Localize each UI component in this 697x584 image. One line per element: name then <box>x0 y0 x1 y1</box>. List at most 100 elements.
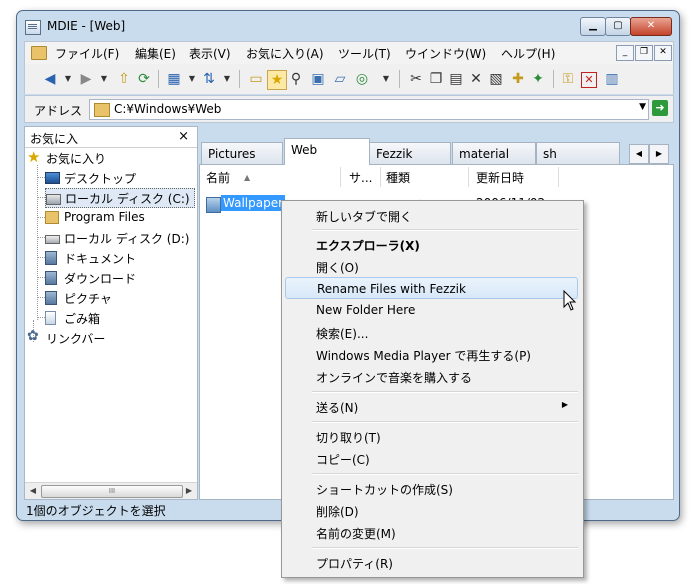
menu-cut[interactable]: 切り取り(T) <box>285 425 578 447</box>
menu-rename-files-fezzik[interactable]: Rename Files with Fezzik <box>285 277 578 299</box>
lock-icon[interactable]: ⚿ <box>559 70 577 88</box>
scroll-thumb[interactable]: III <box>41 485 183 498</box>
tab-material[interactable]: material <box>452 142 536 164</box>
globe-dropdown-icon[interactable]: ▼ <box>377 70 395 88</box>
search-icon[interactable]: ⚲ <box>287 70 305 88</box>
tab-web[interactable]: Web <box>284 138 370 165</box>
close-icon[interactable]: × <box>178 129 189 144</box>
tree-branch <box>37 257 45 258</box>
mdi-minimize-button[interactable]: _ <box>616 45 634 61</box>
menu-window[interactable]: ウインドウ(W) <box>405 45 486 62</box>
tab-pictures[interactable]: Pictures <box>201 142 283 164</box>
copy-icon[interactable]: ❐ <box>427 70 445 88</box>
menu-bar: ファイル(F) 編集(E) 表示(V) お気に入り(A) ツール(T) ウインド… <box>24 41 674 65</box>
scroll-left-icon[interactable]: ◀ <box>26 484 40 497</box>
paste-icon[interactable]: ▤ <box>447 70 465 88</box>
favorites-star-icon[interactable]: ★ <box>267 70 287 90</box>
folder-icon <box>31 46 47 60</box>
sort-dropdown-icon[interactable]: ▼ <box>218 70 236 88</box>
sort-icon[interactable]: ⇅ <box>200 70 218 88</box>
cut-icon[interactable]: ✂ <box>407 70 425 88</box>
title-bar[interactable]: MDIE - [Web] ▁ ▢ ✕ <box>17 11 679 41</box>
menu-edit[interactable]: 編集(E) <box>135 45 176 62</box>
menu-rename[interactable]: 名前の変更(M) <box>285 521 578 543</box>
toolbar-separator <box>399 70 400 88</box>
mouse-cursor-icon <box>563 290 577 311</box>
forward-icon[interactable]: ▶ <box>77 70 95 88</box>
file-name-wallpaper[interactable]: Wallpaper <box>221 195 286 211</box>
chevron-down-icon[interactable]: ▼ <box>639 102 646 112</box>
add-favorite-icon[interactable]: ✦ <box>529 70 547 88</box>
menu-separator <box>312 421 578 423</box>
close-button[interactable]: ✕ <box>630 17 672 36</box>
tree-branch <box>37 277 45 278</box>
stop-icon[interactable]: ✕ <box>581 72 597 88</box>
menu-create-shortcut[interactable]: ショートカットの作成(S) <box>285 477 578 499</box>
new-folder-icon[interactable]: ✚ <box>509 70 527 88</box>
menu-file[interactable]: ファイル(F) <box>55 45 119 62</box>
menu-open[interactable]: 開く(O) <box>285 255 578 277</box>
horizontal-scrollbar[interactable]: ◀ III ▶ <box>25 482 197 499</box>
recycle-bin-icon <box>45 311 56 325</box>
folders-icon[interactable]: ▭ <box>247 70 265 88</box>
tab-sh[interactable]: sh <box>536 142 620 164</box>
back-icon[interactable]: ◀ <box>41 70 59 88</box>
tree-branch <box>37 237 45 238</box>
forward-dropdown-icon[interactable]: ▼ <box>95 70 113 88</box>
tree-branch <box>37 297 45 298</box>
menu-open-new-tab[interactable]: 新しいタブで開く <box>285 204 578 226</box>
tab-scroll-left-icon[interactable]: ◀ <box>629 144 649 164</box>
maximize-button[interactable]: ▢ <box>605 17 631 36</box>
delete-icon[interactable]: ✕ <box>467 70 485 88</box>
menu-explorer[interactable]: エクスプローラ(X) <box>285 233 578 255</box>
tree-item-local-disk-c[interactable]: ローカル ディスク (C:) <box>45 188 195 208</box>
menu-play-wmp[interactable]: Windows Media Player で再生する(P) <box>285 343 578 365</box>
properties-icon[interactable]: ▧ <box>487 70 505 88</box>
mdi-restore-button[interactable]: ❐ <box>635 45 653 61</box>
star-icon: ★ <box>27 148 41 166</box>
menu-help[interactable]: ヘルプ(H) <box>501 45 555 62</box>
view-dropdown-icon[interactable]: ▼ <box>183 70 201 88</box>
tree-branch <box>37 177 45 178</box>
refresh-icon[interactable]: ⟳ <box>135 70 153 88</box>
tile-windows-icon[interactable]: ▥ <box>603 70 621 88</box>
tree-branch <box>37 217 45 218</box>
globe-icon[interactable]: ◎ <box>353 70 371 88</box>
tree-branch <box>37 317 45 318</box>
view-icon[interactable]: ▦ <box>165 70 183 88</box>
menu-send-to[interactable]: 送る(N) ▶ <box>285 395 578 417</box>
context-menu: 新しいタブで開く エクスプローラ(X) 開く(O) Rename Files w… <box>281 200 584 578</box>
favorites-pane-header: お気に入 × <box>25 127 197 148</box>
scroll-right-icon[interactable]: ▶ <box>182 484 196 497</box>
column-type[interactable]: 種類 <box>386 169 410 186</box>
menu-new-folder-here[interactable]: New Folder Here <box>285 299 578 321</box>
menu-view[interactable]: 表示(V) <box>189 45 231 62</box>
drive-icon <box>46 194 61 205</box>
up-folder-icon[interactable]: ⇧ <box>115 70 133 88</box>
minimize-button[interactable]: ▁ <box>580 17 606 36</box>
menu-separator <box>312 391 578 393</box>
mdi-close-button[interactable]: ✕ <box>654 45 672 61</box>
menu-buy-music[interactable]: オンラインで音楽を購入する <box>285 365 578 387</box>
back-dropdown-icon[interactable]: ▼ <box>59 70 77 88</box>
menu-tools[interactable]: ツール(T) <box>338 45 391 62</box>
column-size[interactable]: サ... <box>349 169 372 186</box>
menu-copy[interactable]: コピー(C) <box>285 447 578 469</box>
tab-scroll-right-icon[interactable]: ▶ <box>649 144 669 164</box>
address-path: C:¥Windows¥Web <box>114 102 222 116</box>
menu-properties[interactable]: プロパティ(R) <box>285 551 578 573</box>
address-input[interactable]: C:¥Windows¥Web ▼ <box>89 99 649 120</box>
menu-favorites[interactable]: お気に入り(A) <box>246 45 324 62</box>
go-arrow-icon[interactable]: ➜ <box>652 100 668 116</box>
menu-delete[interactable]: 削除(D) <box>285 499 578 521</box>
column-modified[interactable]: 更新日時 <box>476 169 524 186</box>
documents-icon <box>45 251 57 265</box>
drive-icon[interactable]: ▱ <box>331 70 349 88</box>
toolbar-separator <box>158 70 159 88</box>
menu-search[interactable]: 検索(E)... <box>285 321 578 343</box>
links-icon: ✿ <box>27 328 39 344</box>
column-name[interactable]: 名前 <box>206 169 230 186</box>
tab-fezzik[interactable]: Fezzik <box>369 142 451 164</box>
favorites-pane-title: お気に入 <box>30 132 79 146</box>
image-icon[interactable]: ▣ <box>309 70 327 88</box>
